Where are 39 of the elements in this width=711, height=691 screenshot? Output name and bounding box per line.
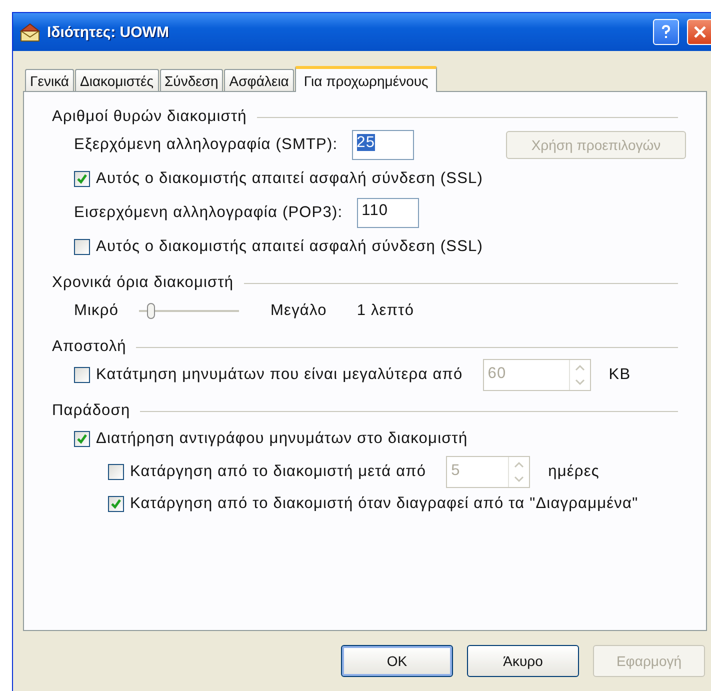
tab[interactable]: Διακομιστές — [75, 69, 159, 91]
timeout-reading: 1 λεπτό — [356, 302, 414, 320]
checkbox[interactable] — [74, 431, 90, 447]
dialog-button[interactable]: Άκυρο — [467, 645, 579, 677]
field-label: Εισερχόμενη αλληλογραφία (POP3): — [74, 204, 343, 222]
group-title: Παράδοση — [52, 402, 130, 420]
checkbox[interactable] — [74, 171, 90, 187]
tab[interactable]: Γενικά — [25, 69, 74, 91]
help-button[interactable] — [653, 19, 679, 45]
field-label: Εξερχόμενη αλληλογραφία (SMTP): — [74, 136, 338, 154]
checkbox-label: Αυτός ο διακομιστής απαιτεί ασφαλή σύνδεση (SSL) — [96, 238, 484, 256]
close-icon — [692, 24, 708, 40]
checkbox-label: Κατάργηση από το διακομιστή μετά από — [130, 463, 426, 481]
checkbox-label: Διατήρηση αντιγράφου μηνυμάτων στο διακομιστή — [96, 430, 468, 448]
port-field[interactable]: 25 — [352, 130, 414, 160]
dialog-button[interactable]: OK — [341, 645, 453, 677]
port-field[interactable]: 110 — [356, 198, 419, 228]
slider-min-label: Μικρό — [74, 302, 119, 320]
checkbox-label: Αυτός ο διακομιστής απαιτεί ασφαλή σύνδεση (SSL) — [96, 170, 484, 188]
slider-thumb[interactable] — [146, 303, 155, 319]
field-value: 110 — [362, 202, 388, 219]
checkbox[interactable] — [74, 239, 90, 255]
tab[interactable]: Ασφάλεια — [224, 69, 294, 91]
app-icon — [19, 22, 41, 42]
checkbox-label: Κατάργηση από το διακομιστή όταν διαγραφεί από τα "Διαγραμμένα" — [130, 495, 638, 513]
group-title: Αποστολή — [52, 338, 126, 356]
close-button[interactable] — [687, 19, 711, 45]
tab[interactable]: Σύνδεση — [160, 69, 224, 91]
field-value: 25 — [356, 134, 376, 151]
slider-max-label: Μεγάλο — [270, 302, 327, 320]
checkbox-label: Κατάτμηση μηνυμάτων που είναι μεγαλύτερα από — [96, 366, 463, 384]
tab[interactable]: Για προχωρημένους — [294, 66, 438, 92]
window-title: Ιδιότητες: UOWM — [47, 24, 170, 40]
timeout-slider[interactable] — [138, 301, 239, 321]
group-title: Χρονικά όρια διακομιστή — [52, 274, 234, 292]
unit-label: ημέρες — [548, 463, 600, 481]
group-title: Αριθμοί θυρών διακομιστή — [52, 108, 247, 126]
unit-label: KB — [608, 366, 631, 384]
checkbox[interactable] — [108, 496, 124, 512]
